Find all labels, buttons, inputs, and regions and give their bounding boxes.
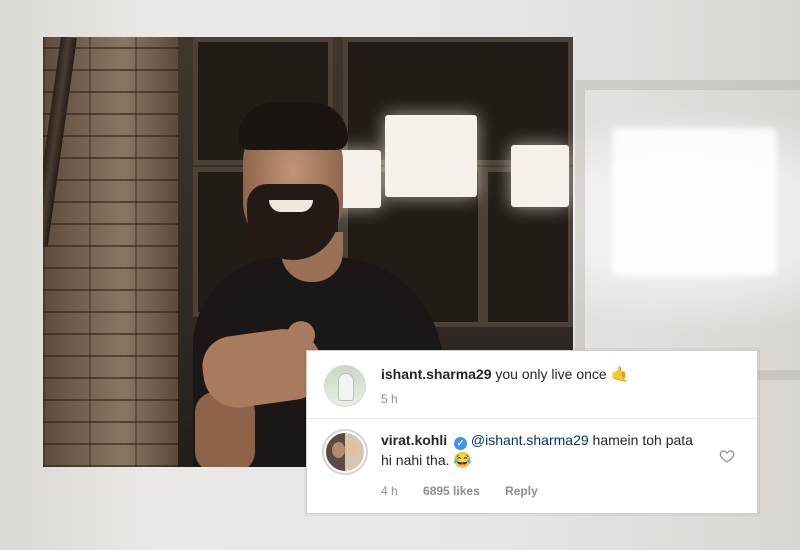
heart-outline-icon[interactable] — [719, 448, 735, 464]
comment-meta: 4 h 6895 likes Reply — [381, 484, 560, 498]
reply-button[interactable]: Reply — [505, 484, 538, 498]
comment-username[interactable]: virat.kohli — [381, 432, 447, 448]
laughing-emoji-icon: 😂 — [453, 452, 473, 469]
comment-line: virat.kohli ✓ @ishant.sharma29 hamein to… — [381, 430, 707, 471]
likes-count[interactable]: 6895 likes — [423, 484, 480, 498]
call-me-hand-emoji-icon: 🤙 — [610, 366, 630, 383]
verified-badge-icon: ✓ — [454, 437, 468, 450]
comment-line: ishant.sharma29 you only live once 🤙 — [381, 364, 707, 385]
comment-time[interactable]: 5 h — [381, 392, 398, 406]
comments-card: ishant.sharma29 you only live once 🤙 5 h… — [306, 350, 758, 514]
avatar[interactable] — [324, 365, 366, 407]
mention-link[interactable]: @ishant.sharma29 — [471, 432, 589, 448]
comment-username[interactable]: ishant.sharma29 — [381, 366, 492, 382]
smile — [269, 200, 313, 212]
comment-text: you only live once — [495, 366, 607, 382]
comment-item: ishant.sharma29 you only live once 🤙 5 h — [307, 351, 757, 419]
background-window-light — [612, 128, 777, 276]
hair — [238, 102, 348, 150]
comment-item: virat.kohli ✓ @ishant.sharma29 hamein to… — [307, 419, 757, 515]
window-light — [511, 145, 569, 207]
avatar[interactable] — [324, 431, 366, 473]
comment-meta: 5 h — [381, 392, 420, 406]
comment-time[interactable]: 4 h — [381, 484, 398, 498]
